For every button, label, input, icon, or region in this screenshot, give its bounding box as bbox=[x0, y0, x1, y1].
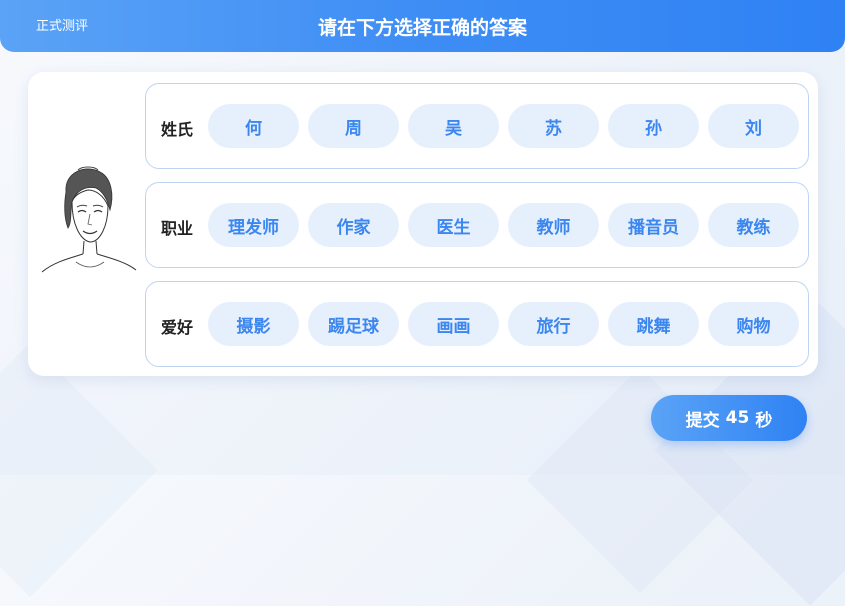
option-occupation-coach[interactable]: 教练 bbox=[708, 203, 799, 247]
row-occupation: 职业 理发师 作家 医生 教师 播音员 教练 bbox=[145, 182, 809, 268]
option-surname-su[interactable]: 苏 bbox=[508, 104, 599, 148]
background-decoration bbox=[0, 342, 158, 598]
option-hobby-painting[interactable]: 画画 bbox=[408, 302, 499, 346]
occupation-options: 理发师 作家 医生 教师 播音员 教练 bbox=[208, 203, 799, 247]
countdown-unit: 秒 bbox=[755, 410, 773, 431]
option-occupation-doctor[interactable]: 医生 bbox=[408, 203, 499, 247]
option-occupation-writer[interactable]: 作家 bbox=[308, 203, 399, 247]
row-surname: 姓氏 何 周 吴 苏 孙 刘 bbox=[145, 83, 809, 169]
option-hobby-travel[interactable]: 旅行 bbox=[508, 302, 599, 346]
option-hobby-photography[interactable]: 摄影 bbox=[208, 302, 299, 346]
submit-label: 提交 bbox=[685, 410, 720, 431]
option-occupation-barber[interactable]: 理发师 bbox=[208, 203, 299, 247]
option-hobby-dance[interactable]: 跳舞 bbox=[608, 302, 699, 346]
submit-button[interactable]: 提交 45 秒 bbox=[651, 395, 807, 441]
portrait-image bbox=[41, 166, 137, 273]
row-label: 职业 bbox=[161, 219, 194, 238]
option-surname-wu[interactable]: 吴 bbox=[408, 104, 499, 148]
option-surname-sun[interactable]: 孙 bbox=[608, 104, 699, 148]
surname-options: 何 周 吴 苏 孙 刘 bbox=[208, 104, 799, 148]
page-title: 请在下方选择正确的答案 bbox=[317, 17, 527, 39]
option-surname-liu[interactable]: 刘 bbox=[708, 104, 799, 148]
option-hobby-football[interactable]: 踢足球 bbox=[308, 302, 399, 346]
countdown-seconds: 45 bbox=[725, 408, 750, 428]
hobby-options: 摄影 踢足球 画画 旅行 跳舞 购物 bbox=[208, 302, 799, 346]
row-label: 爱好 bbox=[161, 318, 194, 337]
header-bar: 正式测评 请在下方选择正确的答案 bbox=[0, 0, 845, 52]
option-hobby-shopping[interactable]: 购物 bbox=[708, 302, 799, 346]
row-hobby: 爱好 摄影 踢足球 画画 旅行 跳舞 购物 bbox=[145, 281, 809, 367]
option-occupation-teacher[interactable]: 教师 bbox=[508, 203, 599, 247]
option-surname-zhou[interactable]: 周 bbox=[308, 104, 399, 148]
option-surname-he[interactable]: 何 bbox=[208, 104, 299, 148]
option-occupation-announcer[interactable]: 播音员 bbox=[608, 203, 699, 247]
row-label: 姓氏 bbox=[161, 120, 194, 139]
